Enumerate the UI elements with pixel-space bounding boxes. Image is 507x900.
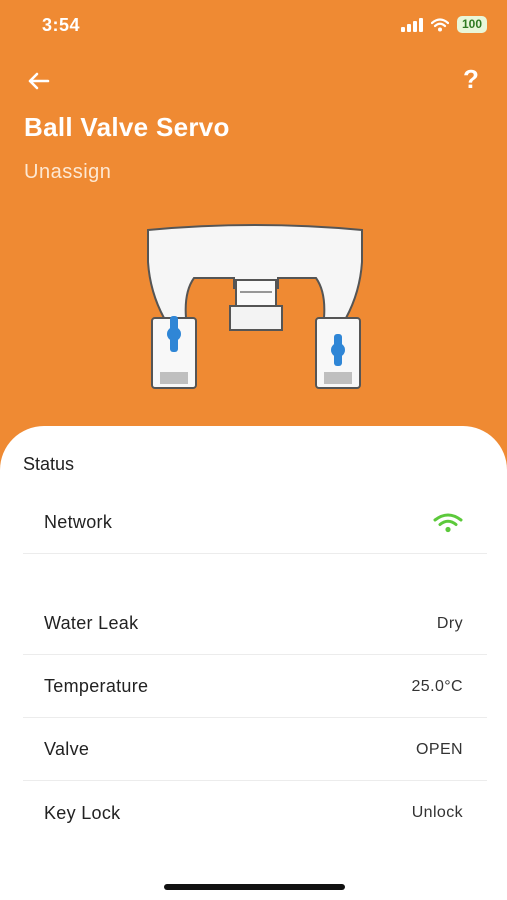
- page-title: Ball Valve Servo: [24, 112, 230, 142]
- wifi-icon: [433, 513, 463, 532]
- home-indicator[interactable]: [164, 884, 345, 890]
- status-row-valve: Valve OPEN: [23, 719, 487, 781]
- row-label: Valve: [44, 739, 90, 759]
- row-value: Dry: [436, 614, 463, 632]
- row-label: Key Lock: [44, 802, 121, 823]
- status-row-water-leak: Water Leak Dry: [23, 593, 487, 655]
- row-value: 25.0°C: [411, 677, 463, 695]
- status-row-temperature: Temperature 25.0°C: [23, 656, 487, 718]
- system-icons: 100: [400, 16, 487, 33]
- unassign-link[interactable]: Unassign: [24, 161, 111, 184]
- status-sheet: Status Network Water Leak Dry Temperatur…: [0, 426, 507, 900]
- row-value: OPEN: [416, 740, 463, 758]
- wifi-status-icon: [430, 17, 449, 31]
- status-row-network: Network: [23, 492, 487, 554]
- battery-indicator: 100: [456, 16, 487, 33]
- signal-icon: [400, 17, 423, 32]
- status-bar: 3:54 100: [0, 0, 507, 50]
- valve-servo-device-image: [147, 224, 363, 389]
- row-label: Network: [44, 512, 113, 532]
- back-arrow-icon[interactable]: [24, 66, 54, 96]
- status-row-key-lock: Key Lock Unlock: [23, 782, 487, 844]
- section-title-status: Status: [23, 454, 75, 474]
- row-value: Unlock: [411, 804, 463, 821]
- status-time: 3:54: [42, 15, 81, 35]
- row-label: Temperature: [44, 676, 149, 696]
- help-button[interactable]: ?: [457, 64, 485, 96]
- row-label: Water Leak: [44, 613, 139, 633]
